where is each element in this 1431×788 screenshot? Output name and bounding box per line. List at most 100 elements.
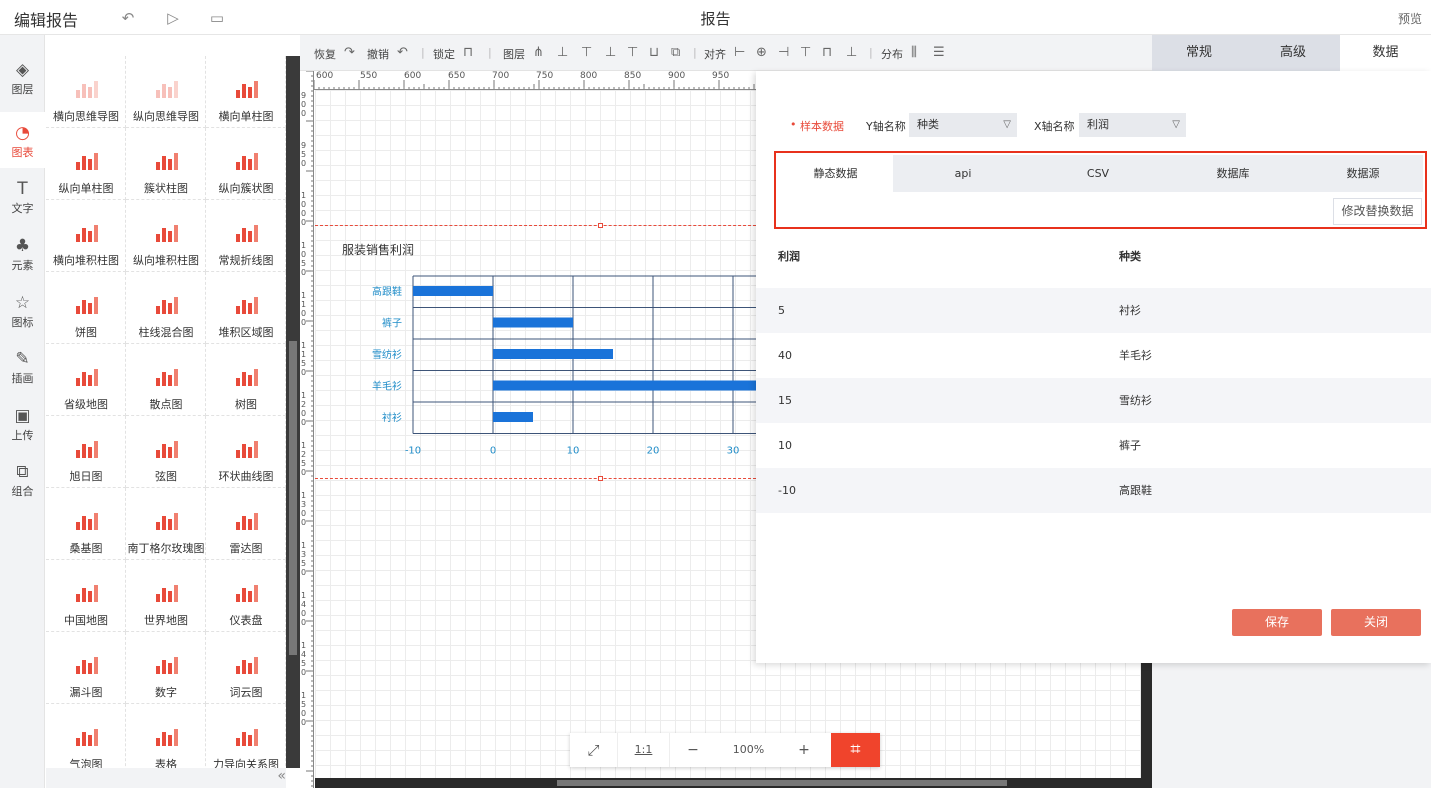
chart-widget[interactable]: 服装销售利润 高跟鞋 裤子 雪纺衫 羊毛衫 衬衫 -10 0 10 20 30 — [315, 223, 756, 481]
palette-item-sunburst[interactable]: 旭日图 — [46, 416, 126, 488]
palette-item-table[interactable]: 表格 — [126, 704, 206, 768]
preview-button[interactable]: 预览 — [1398, 10, 1422, 27]
lock-button[interactable]: 锁定 — [433, 46, 455, 62]
palette-item-wordcloud[interactable]: 词云图 — [206, 632, 286, 704]
delete-icon[interactable]: ⊔ — [649, 45, 659, 60]
palette-item-ring-curve[interactable]: 环状曲线图 — [206, 416, 286, 488]
close-button[interactable]: 关闭 — [1331, 609, 1421, 636]
palette-scrollbar[interactable] — [286, 56, 300, 768]
sidebar-item-elements[interactable]: ♣ 元素 — [0, 225, 45, 281]
palette-item-stack-v[interactable]: 纵向堆积柱图 — [126, 200, 206, 272]
profit-cell[interactable]: 15 — [778, 378, 792, 423]
profit-cell[interactable]: 5 — [778, 288, 785, 333]
fit-screen-icon[interactable]: ⤢ — [570, 733, 617, 767]
undo-button[interactable]: 撤销 — [367, 46, 389, 62]
palette-item-line[interactable]: 常规折线图 — [206, 200, 286, 272]
palette-item-tree[interactable]: 树图 — [206, 344, 286, 416]
palette-item-force-graph[interactable]: 力导向关系图 — [206, 704, 286, 768]
distribute-button[interactable]: 分布 — [881, 46, 903, 62]
sidebar-item-layers[interactable]: ◈ 图层 — [0, 49, 45, 105]
play-icon[interactable]: ▷ — [164, 9, 182, 27]
category-cell[interactable]: 羊毛衫 — [1119, 333, 1152, 378]
table-row[interactable]: -10 高跟鞋 — [756, 468, 1431, 513]
category-cell[interactable]: 裤子 — [1119, 423, 1141, 468]
category-cell[interactable]: 雪纺衫 — [1119, 378, 1152, 423]
sidebar-item-palette[interactable]: ✎ 插画 — [0, 338, 45, 394]
table-row[interactable]: 5 衬衫 — [756, 288, 1431, 333]
canvas-scrollbar[interactable] — [315, 778, 1141, 788]
palette-item-cluster-h[interactable]: 纵向簇状图 — [206, 128, 286, 200]
palette-item-radar[interactable]: 雷达图 — [206, 488, 286, 560]
profit-cell[interactable]: 10 — [778, 423, 792, 468]
category-cell[interactable]: 衬衫 — [1119, 288, 1141, 333]
palette-item-pie[interactable]: 饼图 — [46, 272, 126, 344]
palette-item-number[interactable]: 数字 — [126, 632, 206, 704]
palette-item-province-map[interactable]: 省级地图 — [46, 344, 126, 416]
align-middle-icon[interactable]: ⊓ — [822, 45, 832, 60]
palette-item-mindmap-h[interactable]: 横向思维导图 — [46, 56, 126, 128]
align-top-icon[interactable]: ⊤ — [800, 45, 811, 60]
y-axis-select[interactable]: 种类 ▽ — [909, 113, 1017, 137]
tab-general[interactable]: 常规 — [1152, 35, 1246, 71]
layer-up-icon[interactable]: ⊥ — [557, 45, 568, 60]
scroll-thumb[interactable] — [557, 780, 1007, 786]
sidebar-item-group[interactable]: ⧉ 组合 — [0, 451, 45, 507]
actual-size-button[interactable]: 1:1 — [617, 733, 670, 767]
distribute-v-icon[interactable]: ☰ — [933, 45, 945, 60]
align-button[interactable]: 对齐 — [704, 46, 726, 62]
tab-advanced[interactable]: 高级 — [1246, 35, 1340, 71]
palette-item-stack-h[interactable]: 横向堆积柱图 — [46, 200, 126, 272]
table-row[interactable]: 10 裤子 — [756, 423, 1431, 468]
copy-icon[interactable]: ⧉ — [671, 45, 680, 60]
modify-data-button[interactable]: 修改替换数据 — [1333, 198, 1422, 225]
save-icon[interactable]: ▭ — [208, 9, 226, 27]
table-row[interactable]: 40 羊毛衫 — [756, 333, 1431, 378]
save-button[interactable]: 保存 — [1232, 609, 1322, 636]
table-row[interactable]: 15 雪纺衫 — [756, 378, 1431, 423]
palette-item-bar-h[interactable]: 横向单柱图 — [206, 56, 286, 128]
category-cell[interactable]: 高跟鞋 — [1119, 468, 1152, 513]
restore-button[interactable]: 恢复 — [314, 46, 336, 62]
align-bottom-icon[interactable]: ⊥ — [846, 45, 857, 60]
palette-item-mindmap-v[interactable]: 纵向思维导图 — [126, 56, 206, 128]
palette-item-scatter[interactable]: 散点图 — [126, 344, 206, 416]
palette-item-world-map[interactable]: 世界地图 — [126, 560, 206, 632]
profit-cell[interactable]: -10 — [778, 468, 796, 513]
palette-item-rose[interactable]: 南丁格尔玫瑰图 — [126, 488, 206, 560]
layer-down-icon[interactable]: ⊤ — [581, 45, 592, 60]
palette-item-sankey[interactable]: 桑基图 — [46, 488, 126, 560]
palette-item-bar-v[interactable]: 纵向单柱图 — [46, 128, 126, 200]
zoom-out-button[interactable]: − — [670, 733, 716, 767]
redo-icon[interactable]: ↷ — [344, 45, 355, 60]
layer-bottom-icon[interactable]: ⊤ — [627, 45, 638, 60]
lock-icon[interactable]: ⊓ — [463, 45, 473, 60]
undo-icon[interactable]: ↶ — [397, 45, 408, 60]
palette-item-china-map[interactable]: 中国地图 — [46, 560, 126, 632]
undo-icon[interactable]: ↶ — [119, 9, 137, 27]
palette-item-bubble[interactable]: 气泡图 — [46, 704, 126, 768]
collapse-icon[interactable]: « — [277, 768, 286, 784]
tab-data[interactable]: 数据 — [1340, 35, 1431, 71]
palette-item-gauge[interactable]: 仪表盘 — [206, 560, 286, 632]
sidebar-item-upload-image[interactable]: ▣ 上传 — [0, 395, 45, 451]
align-right-icon[interactable]: ⊣ — [778, 45, 789, 60]
grid-toggle-icon[interactable]: ⌗ — [831, 733, 880, 767]
tab-database[interactable]: 数据库 — [1163, 155, 1303, 192]
x-axis-select[interactable]: 利润 ▽ — [1079, 113, 1186, 137]
tab-static-data[interactable]: 静态数据 — [778, 155, 893, 192]
sidebar-item-text[interactable]: T 文字 — [0, 168, 45, 224]
tab-csv[interactable]: CSV — [1033, 155, 1163, 192]
palette-item-stack-area[interactable]: 堆积区域图 — [206, 272, 286, 344]
palette-item-bar-line[interactable]: 柱线混合图 — [126, 272, 206, 344]
palette-item-funnel[interactable]: 漏斗图 — [46, 632, 126, 704]
sidebar-item-star[interactable]: ☆ 图标 — [0, 282, 45, 338]
tab-datasource[interactable]: 数据源 — [1303, 155, 1423, 192]
layer-tree-icon[interactable]: ⋔ — [533, 45, 544, 60]
align-left-icon[interactable]: ⊢ — [734, 45, 745, 60]
tab-api[interactable]: api — [893, 155, 1033, 192]
zoom-in-button[interactable]: + — [781, 733, 827, 767]
layer-top-icon[interactable]: ⊥ — [605, 45, 616, 60]
profit-cell[interactable]: 40 — [778, 333, 792, 378]
align-center-icon[interactable]: ⊕ — [756, 45, 767, 60]
scroll-thumb[interactable] — [289, 341, 297, 655]
